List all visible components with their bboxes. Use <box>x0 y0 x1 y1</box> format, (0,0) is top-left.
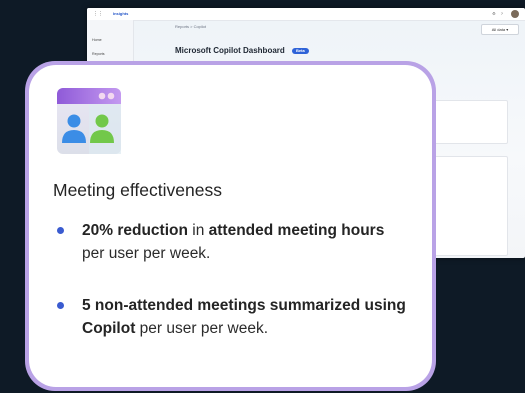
sidebar-item-home[interactable]: Home <box>92 38 102 42</box>
app-brand[interactable]: Insights <box>113 11 128 16</box>
status-badge: Beta <box>292 47 309 54</box>
body-text: per user per week. <box>135 320 269 337</box>
body-text: in <box>187 222 209 239</box>
teams-people-icon <box>57 88 121 154</box>
sidebar-item-reports[interactable]: Reports <box>92 52 105 56</box>
breadcrumb[interactable]: Reports > Copilot <box>175 24 206 29</box>
avatar[interactable] <box>511 10 519 18</box>
card-heading: Meeting effectiveness <box>53 180 222 200</box>
list-item: 5 non-attended meetings summarized using… <box>57 294 407 340</box>
filter-dropdown-label: All data <box>491 27 506 32</box>
list-item: 20% reduction in attended meeting hours … <box>57 219 407 265</box>
bullet-list: 20% reduction in attended meeting hours … <box>57 219 407 340</box>
topbar-icons[interactable]: ⚙ ? <box>492 11 505 16</box>
meeting-effectiveness-card: Meeting effectiveness 20% reduction in a… <box>25 61 436 391</box>
grid-icon[interactable]: ⋮⋮ <box>93 11 103 17</box>
filter-dropdown[interactable]: All data ▾ <box>481 24 519 35</box>
bullet-dot <box>57 227 64 234</box>
bullet-dot <box>57 302 64 309</box>
chevron-down-icon: ▾ <box>506 27 509 32</box>
page-title-text: Microsoft Copilot Dashboard <box>175 46 285 55</box>
page-title: Microsoft Copilot Dashboard Beta <box>175 46 309 55</box>
body-text: per user per week. <box>82 245 211 262</box>
dashboard-topbar: ⋮⋮ Insights ⚙ ? <box>87 8 525 21</box>
card-body: Meeting effectiveness 20% reduction in a… <box>29 65 432 387</box>
highlight-text: 20% reduction <box>82 222 188 239</box>
highlight-text: attended meeting hours <box>208 222 385 239</box>
